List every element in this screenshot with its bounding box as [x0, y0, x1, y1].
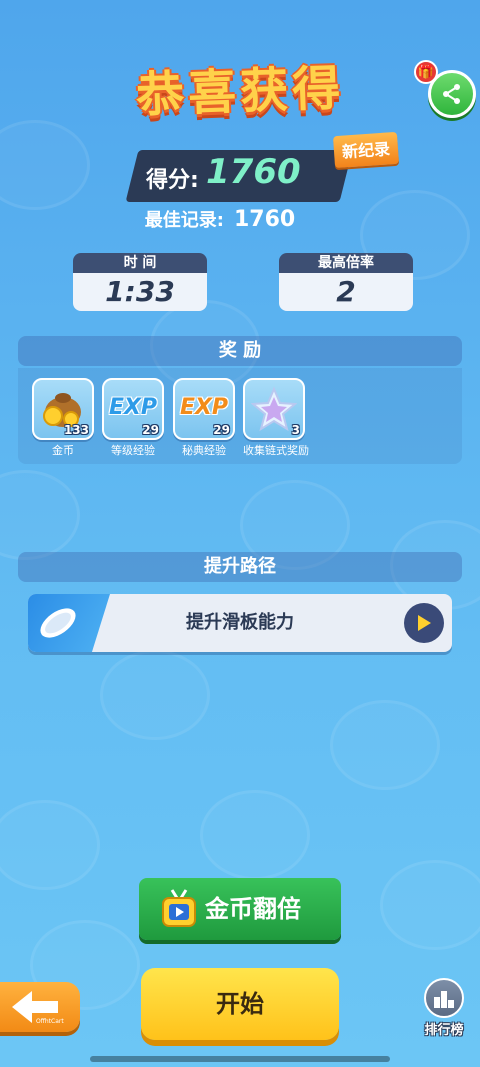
reward-item-level-exp[interactable]: EXP 29 等级经验 [102, 378, 164, 458]
score-label: 得分: [146, 168, 199, 193]
reward-tile: EXP 29 [173, 378, 235, 440]
share-icon [443, 84, 460, 104]
time-stat-value: 1:33 [73, 273, 207, 311]
max-multiplier-stat: 最高倍率 2 [279, 253, 413, 311]
play-arrow-icon [418, 615, 431, 631]
title-area: 恭喜获得 [0, 52, 480, 123]
best-record-label: 最佳记录: [144, 210, 224, 231]
max-multiplier-label: 最高倍率 [279, 253, 413, 273]
reward-tile: 133 [32, 378, 94, 440]
max-multiplier-value: 2 [279, 273, 413, 311]
back-button-tag: OffhtCart [36, 1018, 64, 1025]
reward-count: 133 [63, 423, 89, 437]
tv-ad-icon [161, 888, 197, 934]
reward-item-coins[interactable]: 133 金币 [32, 378, 94, 458]
score-value: 1760 [206, 152, 301, 192]
time-stat: 时 间 1:33 [73, 253, 207, 311]
gift-icon[interactable]: 🎁 [414, 60, 438, 84]
leaderboard-icon [424, 978, 464, 1018]
back-button[interactable]: OffhtCart [0, 982, 80, 1032]
best-record-value: 1760 [233, 207, 296, 232]
reward-tile: EXP 29 [102, 378, 164, 440]
start-button[interactable]: 开始 [141, 968, 339, 1040]
reward-count: 3 [291, 423, 300, 437]
home-indicator [90, 1056, 390, 1062]
leaderboard-label: 排行榜 [424, 1023, 464, 1038]
double-coins-label: 金币翻倍 [205, 895, 301, 923]
reward-name: 收集链式奖励 [243, 444, 309, 457]
upgrade-skateboard-item[interactable]: 提升滑板能力 [28, 594, 452, 652]
reward-count: 29 [142, 423, 159, 437]
reward-item-secret-exp[interactable]: EXP 29 秘典经验 [173, 378, 235, 458]
time-stat-label: 时 间 [73, 253, 207, 273]
upgrade-path-header: 提升路径 [18, 552, 462, 582]
new-record-badge: 新纪录 [332, 131, 400, 169]
go-arrow-button[interactable] [404, 603, 444, 643]
upgrade-item-label: 提升滑板能力 [186, 612, 294, 633]
double-coins-button[interactable]: 金币翻倍 [139, 878, 341, 940]
reward-name: 金币 [52, 444, 74, 457]
reward-item-chain[interactable]: 3 收集链式奖励 [243, 378, 309, 458]
best-record: 最佳记录: 1760 [0, 206, 440, 232]
reward-tile: 3 [243, 378, 305, 440]
reward-name: 等级经验 [111, 444, 155, 457]
leaderboard-button[interactable]: 排行榜 [418, 978, 470, 1038]
reward-name: 秘典经验 [182, 444, 226, 457]
reward-count: 29 [213, 423, 230, 437]
rewards-header: 奖 励 [18, 336, 462, 366]
page-title: 恭喜获得 [135, 60, 346, 124]
